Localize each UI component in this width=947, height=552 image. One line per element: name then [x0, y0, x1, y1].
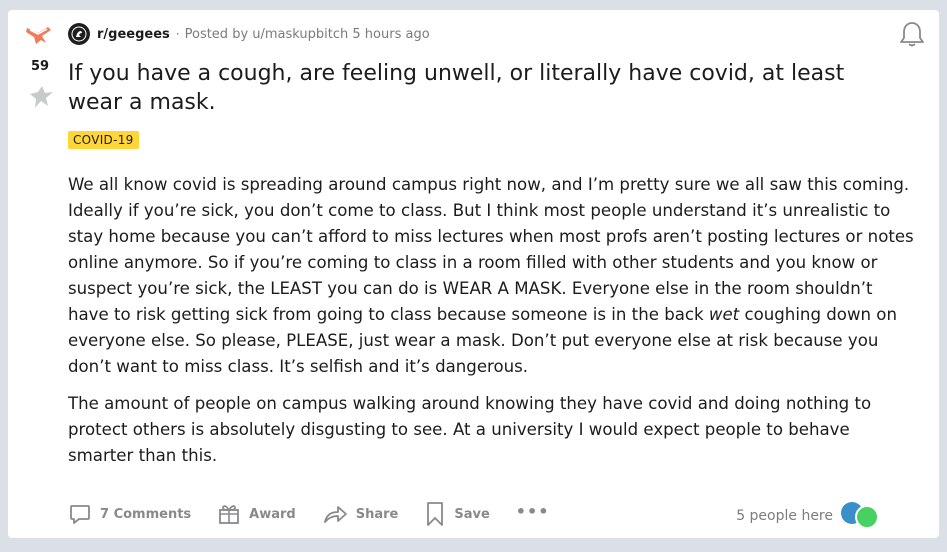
comments-label: 7 Comments — [100, 506, 192, 522]
subreddit-avatar[interactable] — [68, 23, 90, 45]
presence-indicator: 5 people here — [736, 502, 883, 530]
body-paragraph: We all know covid is spreading around ca… — [68, 172, 918, 380]
upvote-icon[interactable] — [24, 24, 54, 48]
downvote-icon[interactable] — [26, 84, 56, 110]
body-paragraph: The amount of people on campus walking a… — [68, 394, 872, 465]
action-bar: 7 Comments Award Share Save ••• — [68, 498, 549, 530]
bell-icon[interactable] — [899, 20, 925, 48]
avatar — [855, 505, 879, 529]
presence-text: 5 people here — [736, 508, 833, 524]
share-button[interactable]: Share — [322, 502, 399, 526]
award-button[interactable]: Award — [217, 502, 296, 526]
save-button[interactable]: Save — [424, 501, 490, 527]
save-label: Save — [454, 506, 490, 522]
more-options-button[interactable]: ••• — [516, 502, 550, 521]
vote-score: 59 — [30, 59, 50, 74]
post-card: 59 r/geegees · Posted by u/maskupbitch 5… — [8, 10, 939, 538]
save-icon — [427, 502, 444, 526]
award-icon — [219, 505, 240, 524]
comments-button[interactable]: 7 Comments — [68, 502, 191, 526]
share-label: Share — [355, 506, 399, 522]
posted-by[interactable]: Posted by u/maskupbitch 5 hours ago — [185, 27, 430, 42]
share-icon — [323, 506, 347, 523]
post-header: r/geegees · Posted by u/maskupbitch 5 ho… — [68, 22, 430, 46]
goose-icon — [71, 26, 87, 42]
separator-dot: · — [175, 27, 180, 41]
post-flair[interactable]: COVID-19 — [68, 131, 139, 149]
vote-column: 59 — [16, 10, 64, 130]
body-text: We all know covid is spreading around ca… — [68, 175, 914, 324]
post-title[interactable]: If you have a cough, are feeling unwell,… — [68, 59, 888, 117]
award-label: Award — [249, 506, 296, 522]
subreddit-link[interactable]: r/geegees — [97, 27, 170, 42]
body-italic-text: wet — [708, 305, 740, 324]
comment-icon — [70, 505, 90, 524]
post-body: We all know covid is spreading around ca… — [68, 172, 918, 480]
presence-avatars — [841, 502, 883, 530]
